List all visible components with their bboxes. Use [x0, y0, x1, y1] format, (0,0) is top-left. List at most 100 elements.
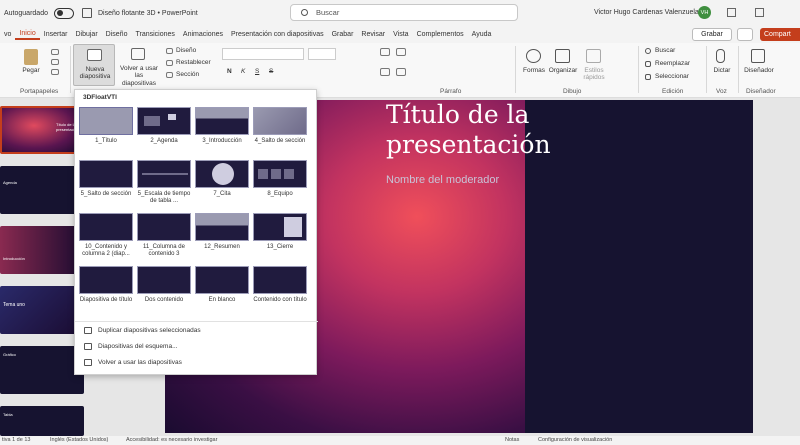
- layout-option[interactable]: Diapositiva de título: [79, 266, 133, 304]
- layout-option[interactable]: Contenido con título: [253, 266, 307, 304]
- record-button[interactable]: Grabar: [692, 28, 732, 41]
- reset-button[interactable]: Restablecer: [176, 59, 211, 66]
- slide-counter: tiva 1 de 13: [2, 437, 31, 443]
- thumbnail-label: Introducción: [3, 256, 25, 261]
- minimize-icon[interactable]: [755, 8, 764, 17]
- thumbnail-slide-4[interactable]: Tema uno: [0, 286, 84, 334]
- layout-option[interactable]: 13_Cierre: [253, 213, 307, 251]
- new-slide-button[interactable]: Nueva diapositiva: [73, 44, 115, 86]
- layout-button[interactable]: Diseño: [176, 47, 196, 54]
- designer-button[interactable]: Diseñador: [742, 67, 776, 74]
- comments-button[interactable]: [737, 28, 753, 41]
- tab-inicio[interactable]: Inicio: [15, 30, 40, 40]
- layout-option[interactable]: 2_Agenda: [137, 107, 191, 145]
- designer-icon[interactable]: [751, 49, 765, 63]
- user-name[interactable]: Victor Hugo Cardenas Valenzuela: [594, 9, 699, 16]
- align-center-icon[interactable]: [396, 68, 406, 76]
- avatar[interactable]: VH: [698, 6, 711, 19]
- slide-subtitle[interactable]: Nombre del moderador: [386, 174, 499, 186]
- tab-dibujar[interactable]: Dibujar: [71, 31, 101, 38]
- group-label-designer: Diseñador: [746, 88, 776, 95]
- tab-diseno[interactable]: Diseño: [102, 31, 132, 38]
- layout-option[interactable]: Dos contenido: [137, 266, 191, 304]
- format-painter-icon[interactable]: [51, 69, 59, 75]
- reuse-slides-button[interactable]: Volver a usar las diapositivas: [117, 65, 161, 87]
- bullets-icon[interactable]: [380, 48, 390, 56]
- notes-button[interactable]: Notas: [505, 437, 519, 443]
- layout-option[interactable]: 5_Escala de tiempo de tabla ...: [137, 160, 191, 205]
- group-label-paragraph: Párrafo: [440, 88, 462, 95]
- strike-button[interactable]: S: [269, 68, 273, 75]
- group-label-editing: Edición: [662, 88, 684, 95]
- tab-animaciones[interactable]: Animaciones: [179, 31, 227, 38]
- tab-insertar[interactable]: Insertar: [40, 31, 72, 38]
- italic-button[interactable]: K: [241, 68, 245, 75]
- menu-item-label: Duplicar diapositivas seleccionadas: [98, 327, 201, 334]
- pen-icon[interactable]: [727, 8, 736, 17]
- find-icon: [645, 48, 651, 54]
- tab-ayuda[interactable]: Ayuda: [468, 31, 496, 38]
- layout-preview: [195, 160, 249, 188]
- font-size-select[interactable]: [308, 48, 336, 60]
- arrange-button[interactable]: Organizar: [547, 67, 579, 74]
- thumbnail-slide-2[interactable]: Agenda: [0, 166, 84, 214]
- replace-button[interactable]: Reemplazar: [655, 60, 690, 67]
- tab-vista[interactable]: Vista: [389, 31, 412, 38]
- search-input[interactable]: Buscar: [290, 4, 518, 21]
- display-settings-button[interactable]: Configuración de visualización: [538, 437, 612, 443]
- reuse-slides-icon[interactable]: [131, 48, 145, 60]
- thumbnail-slide-5[interactable]: Gráfico: [0, 346, 84, 394]
- layout-name: Contenido con título: [253, 297, 307, 303]
- autosave-toggle[interactable]: [53, 7, 74, 19]
- layout-option[interactable]: 7_Cita: [195, 160, 249, 198]
- layout-option[interactable]: 11_Columna de contenido 3: [137, 213, 191, 258]
- layout-option[interactable]: En blanco: [195, 266, 249, 304]
- thumbnail-slide-1[interactable]: Título de la presentación: [0, 106, 84, 154]
- underline-button[interactable]: S: [255, 68, 259, 75]
- font-family-select[interactable]: [222, 48, 304, 60]
- reuse-slides-menu-item[interactable]: Volver a usar las diapositivas: [84, 359, 182, 366]
- reset-icon: [166, 60, 173, 66]
- layout-option[interactable]: 4_Salto de sección: [253, 107, 307, 145]
- section-icon: [166, 72, 173, 78]
- layout-option[interactable]: 8_Equipo: [253, 160, 307, 198]
- language-indicator[interactable]: Inglés (Estados Unidos): [50, 437, 108, 443]
- section-button[interactable]: Sección: [176, 71, 199, 78]
- outline-slides-menu-item[interactable]: Diapositivas del esquema...: [84, 343, 178, 350]
- quick-styles-icon[interactable]: [586, 49, 601, 63]
- tab-presentacion[interactable]: Presentación con diapositivas: [227, 31, 328, 38]
- layout-option[interactable]: 10_Contenido y columna 2 (diap...: [79, 213, 133, 258]
- tab-complementos[interactable]: Complementos: [413, 31, 468, 38]
- accessibility-indicator[interactable]: Accesibilidad: es necesario investigar: [126, 437, 217, 443]
- cut-icon[interactable]: [51, 49, 59, 55]
- align-left-icon[interactable]: [380, 68, 390, 76]
- arrange-icon[interactable]: [555, 49, 570, 63]
- select-button[interactable]: Seleccionar: [655, 73, 689, 80]
- share-button[interactable]: Compart: [760, 28, 800, 41]
- paste-button[interactable]: Pegar: [18, 67, 44, 74]
- shapes-button[interactable]: Formas: [521, 67, 547, 74]
- numbering-icon[interactable]: [396, 48, 406, 56]
- tab-grabar[interactable]: Grabar: [328, 31, 358, 38]
- save-icon[interactable]: [81, 8, 92, 18]
- microphone-icon[interactable]: [716, 49, 725, 63]
- duplicate-slides-menu-item[interactable]: Duplicar diapositivas seleccionadas: [84, 327, 201, 334]
- paste-icon[interactable]: [24, 49, 38, 65]
- shapes-icon[interactable]: [526, 49, 541, 63]
- thumbnail-slide-6[interactable]: Tabla: [0, 406, 84, 436]
- tab-revisar[interactable]: Revisar: [357, 31, 389, 38]
- layout-option[interactable]: 12_Resumen: [195, 213, 249, 251]
- document-name[interactable]: Diseño flotante 3D • PowerPoint: [98, 10, 198, 17]
- tab-transiciones[interactable]: Transiciones: [131, 31, 178, 38]
- bold-button[interactable]: N: [227, 68, 232, 75]
- thumbnail-slide-3[interactable]: Introducción: [0, 226, 84, 274]
- tab-archivo[interactable]: vo: [0, 31, 15, 38]
- find-button[interactable]: Buscar: [655, 47, 675, 54]
- layout-option[interactable]: 3_Introducción: [195, 107, 249, 145]
- dictate-button[interactable]: Dictar: [710, 67, 734, 74]
- layout-option[interactable]: 1_Título: [79, 107, 133, 145]
- slide-title[interactable]: Título de la presentación: [386, 100, 586, 160]
- copy-icon[interactable]: [51, 59, 59, 65]
- layout-option[interactable]: 5_Salto de sección: [79, 160, 133, 198]
- quick-styles-button[interactable]: Estilos rápidos: [580, 67, 608, 82]
